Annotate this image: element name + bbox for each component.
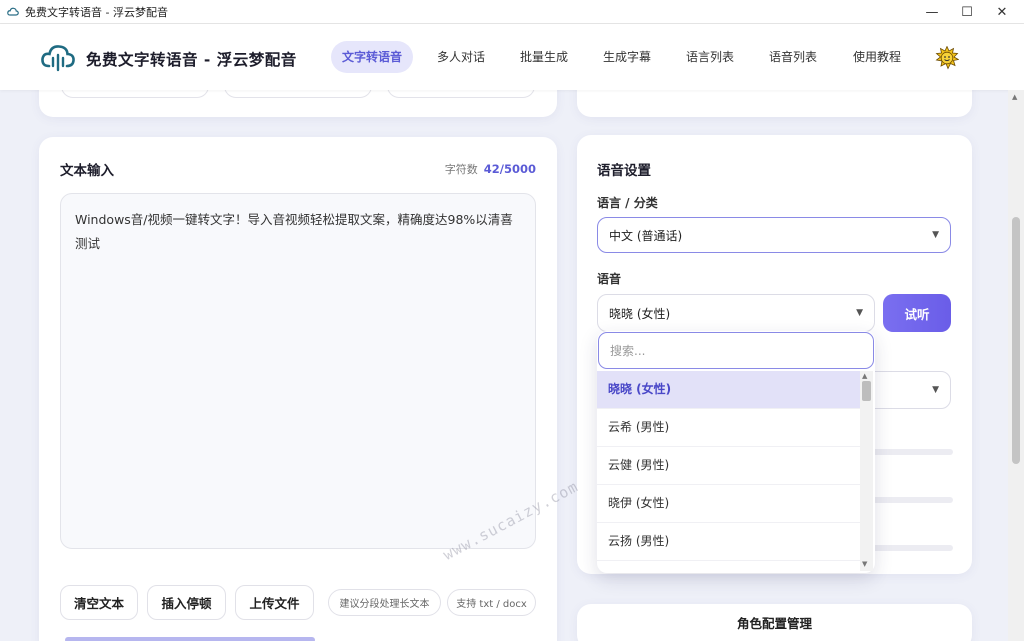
voice-option[interactable]: 云健 (男性): [597, 447, 860, 485]
voice-settings-title: 语音设置: [597, 163, 651, 179]
chevron-down-icon: ▼: [856, 308, 863, 318]
window-scrollbar[interactable]: ▲: [1008, 90, 1024, 641]
voice-option-list: 晓晓 (女性) 云希 (男性) 云健 (男性) 晓伊 (女性) 云扬 (男性): [597, 371, 860, 571]
char-count: 字符数 42/5000: [445, 161, 536, 177]
language-label: 语言 / 分类: [597, 196, 658, 210]
nav-text-to-speech[interactable]: 文字转语音: [331, 41, 414, 73]
minimize-icon: —: [925, 4, 939, 20]
insert-pause-button[interactable]: 插入停顿: [147, 585, 226, 620]
app-cloud-icon: [7, 7, 19, 16]
language-select-value: 中文 (普通话): [609, 228, 683, 243]
char-count-value: 42/5000: [483, 162, 536, 176]
formats-hint-badge: 支持 txt / docx: [447, 589, 536, 616]
text-input-area[interactable]: [60, 193, 536, 549]
voice-option[interactable]: 晓晓 (女性): [597, 371, 860, 409]
clear-text-button[interactable]: 清空文本: [60, 585, 138, 620]
upload-file-button[interactable]: 上传文件: [235, 585, 314, 620]
voice-select-value: 晓晓 (女性): [609, 306, 671, 321]
language-select[interactable]: 中文 (普通话) ▼: [597, 217, 951, 253]
nav-multi-dialogue[interactable]: 多人对话: [426, 41, 496, 73]
voice-option-partial[interactable]: [597, 561, 860, 571]
scroll-up-icon[interactable]: ▲: [1012, 93, 1017, 101]
window-title: 免费文字转语音 - 浮云梦配音: [25, 5, 168, 19]
app-header: 免费文字转语音 - 浮云梦配音 文字转语音 多人对话 批量生成 生成字幕 语言列…: [0, 24, 1024, 90]
nav-batch-generate[interactable]: 批量生成: [509, 41, 579, 73]
maximize-icon: ☐: [961, 4, 973, 20]
dropdown-scrollbar[interactable]: ▲ ▼: [860, 371, 873, 571]
voice-label: 语音: [597, 272, 622, 286]
text-input-card: 文本输入 字符数 42/5000 清空文本 插入停顿 上传文件 建议分段处理长文本…: [39, 137, 557, 641]
sun-face-icon[interactable]: [935, 46, 959, 70]
voice-select[interactable]: 晓晓 (女性) ▼: [597, 294, 875, 332]
window-scroll-thumb[interactable]: [1012, 217, 1020, 464]
voice-dropdown: 搜索... 晓晓 (女性) 云希 (男性) 云健 (男性) 晓伊 (女性) 云扬…: [597, 331, 875, 573]
char-count-label: 字符数: [444, 163, 478, 176]
voice-option[interactable]: 云扬 (男性): [597, 523, 860, 561]
listen-button[interactable]: 试听: [883, 294, 951, 332]
voice-option[interactable]: 晓伊 (女性): [597, 485, 860, 523]
voice-option[interactable]: 云希 (男性): [597, 409, 860, 447]
close-icon: ✕: [996, 4, 1008, 20]
generate-button-partial[interactable]: [65, 637, 315, 641]
dropdown-scroll-thumb[interactable]: [862, 381, 871, 401]
nav-language-list[interactable]: 语言列表: [675, 41, 745, 73]
brand-title: 免费文字转语音 - 浮云梦配音: [86, 51, 297, 69]
close-window-button[interactable]: ✕: [985, 0, 1019, 24]
chevron-down-icon: ▼: [932, 230, 939, 240]
cloud-wave-logo-icon: [41, 45, 75, 72]
window-titlebar: 免费文字转语音 - 浮云梦配音 — ☐ ✕: [0, 0, 1024, 24]
role-config-label: 角色配置管理: [736, 616, 812, 631]
nav-tutorial[interactable]: 使用教程: [842, 41, 912, 73]
minimize-button[interactable]: —: [915, 0, 949, 24]
text-input-title: 文本输入: [60, 163, 114, 179]
voice-search-input[interactable]: 搜索...: [598, 332, 874, 369]
scroll-up-icon[interactable]: ▲: [862, 372, 867, 380]
role-config-card[interactable]: 角色配置管理: [577, 604, 972, 641]
maximize-button[interactable]: ☐: [950, 0, 984, 24]
scroll-down-icon[interactable]: ▼: [862, 560, 867, 568]
chevron-down-icon: ▼: [932, 385, 939, 395]
nav-generate-subtitles[interactable]: 生成字幕: [592, 41, 662, 73]
nav-voice-list[interactable]: 语音列表: [758, 41, 828, 73]
segment-hint-badge: 建议分段处理长文本: [328, 589, 441, 616]
